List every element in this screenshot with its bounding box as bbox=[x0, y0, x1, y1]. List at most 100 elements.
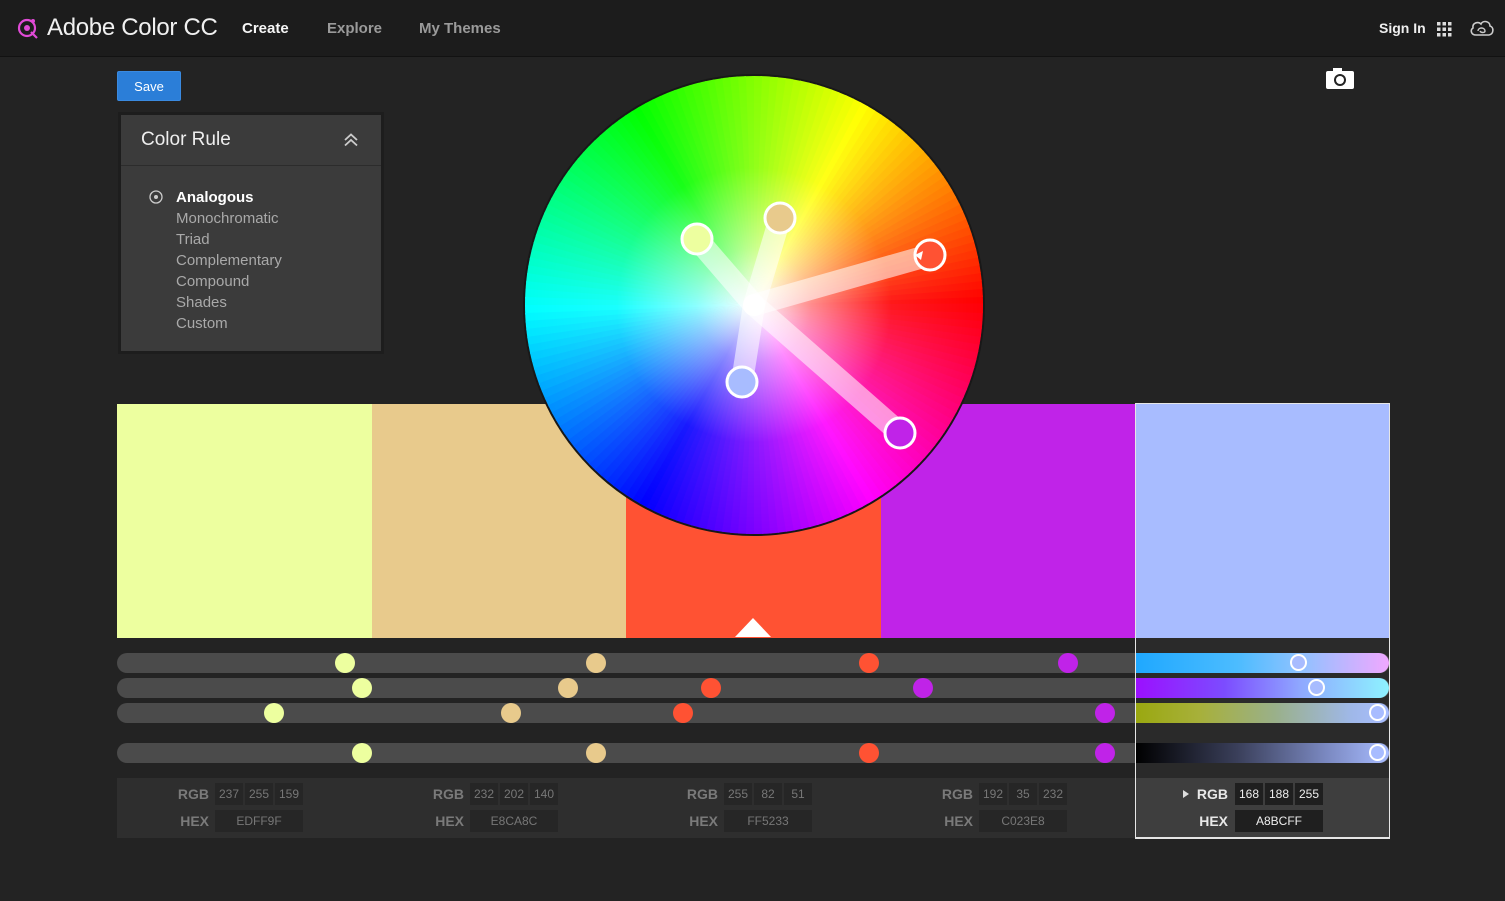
sign-in-link[interactable]: Sign In bbox=[1379, 20, 1426, 36]
camera-icon[interactable] bbox=[1325, 66, 1355, 90]
slider-row-brightness bbox=[117, 743, 1390, 763]
app-title[interactable]: Adobe Color CC bbox=[47, 14, 218, 42]
rgb-r-field[interactable]: 255 bbox=[724, 783, 752, 805]
hex-label: HEX bbox=[689, 813, 718, 829]
swatch-1[interactable] bbox=[117, 404, 372, 638]
active-slider-handle[interactable] bbox=[1290, 654, 1307, 671]
rgb-r-field[interactable]: 192 bbox=[979, 783, 1007, 805]
slider-dot[interactable] bbox=[859, 653, 879, 673]
rgb-b-field[interactable]: 159 bbox=[275, 783, 303, 805]
active-slider-gradient[interactable] bbox=[1136, 678, 1389, 698]
slider-dot[interactable] bbox=[264, 703, 284, 723]
slider-dot[interactable] bbox=[558, 678, 578, 698]
rgb-label: RGB bbox=[432, 786, 464, 802]
value-column-3: RGB 255 82 51 HEX FF5233 bbox=[626, 778, 880, 838]
rgb-label: RGB bbox=[177, 786, 209, 802]
slider-dot[interactable] bbox=[586, 653, 606, 673]
slider-dot[interactable] bbox=[1058, 653, 1078, 673]
active-slider-gradient[interactable] bbox=[1136, 653, 1389, 673]
slider-row-2 bbox=[117, 678, 1390, 698]
rule-item-monochromatic[interactable]: Monochromatic bbox=[121, 208, 381, 229]
rule-item-compound[interactable]: Compound bbox=[121, 271, 381, 292]
wheel-handle-1[interactable] bbox=[680, 222, 714, 256]
rgb-g-field[interactable]: 202 bbox=[500, 783, 528, 805]
value-column-1: RGB 237 255 159 HEX EDFF9F bbox=[117, 778, 371, 838]
rule-item-analogous[interactable]: Analogous bbox=[121, 187, 381, 208]
rgb-g-field[interactable]: 35 bbox=[1009, 783, 1037, 805]
hex-field[interactable]: C023E8 bbox=[979, 810, 1067, 832]
rule-item-complementary[interactable]: Complementary bbox=[121, 250, 381, 271]
top-bar: Adobe Color CC Create Explore My Themes … bbox=[0, 0, 1505, 57]
hex-field[interactable]: FF5233 bbox=[724, 810, 812, 832]
creative-cloud-icon[interactable] bbox=[1469, 18, 1495, 38]
color-rule-panel: Color Rule Analogous Monochromatic Triad… bbox=[118, 112, 384, 354]
hex-label: HEX bbox=[1199, 813, 1228, 829]
rule-item-label: Triad bbox=[176, 231, 210, 248]
base-color-indicator-icon bbox=[735, 618, 771, 637]
slider-row-3 bbox=[117, 703, 1390, 723]
save-button[interactable]: Save bbox=[117, 71, 181, 101]
color-wheel[interactable] bbox=[523, 74, 985, 536]
rgb-r-field[interactable]: 168 bbox=[1235, 783, 1263, 805]
rgb-b-field[interactable]: 255 bbox=[1295, 783, 1323, 805]
rule-item-label: Shades bbox=[176, 294, 227, 311]
adobe-color-logo-icon[interactable] bbox=[15, 16, 39, 40]
slider-dot[interactable] bbox=[1095, 743, 1115, 763]
value-column-4: RGB 192 35 232 HEX C023E8 bbox=[881, 778, 1135, 838]
nav-explore[interactable]: Explore bbox=[327, 20, 382, 37]
wheel-handle-4[interactable] bbox=[883, 416, 917, 450]
slider-dot[interactable] bbox=[501, 703, 521, 723]
color-wheel-svg[interactable] bbox=[523, 74, 985, 536]
slider-dot[interactable] bbox=[673, 703, 693, 723]
slider-dot[interactable] bbox=[352, 743, 372, 763]
hex-field[interactable]: EDFF9F bbox=[215, 810, 303, 832]
rgb-b-field[interactable]: 140 bbox=[530, 783, 558, 805]
rgb-g-field[interactable]: 82 bbox=[754, 783, 782, 805]
slider-dot[interactable] bbox=[335, 653, 355, 673]
slider-row-1 bbox=[117, 653, 1390, 673]
rgb-label: RGB bbox=[1196, 786, 1228, 802]
rgb-b-field[interactable]: 51 bbox=[784, 783, 812, 805]
value-column-2: RGB 232 202 140 HEX E8CA8C bbox=[372, 778, 626, 838]
rgb-label: RGB bbox=[941, 786, 973, 802]
hex-field[interactable]: E8CA8C bbox=[470, 810, 558, 832]
nav-create[interactable]: Create bbox=[242, 20, 289, 37]
slider-dot[interactable] bbox=[586, 743, 606, 763]
apps-grid-icon[interactable] bbox=[1437, 22, 1452, 37]
slider-dot[interactable] bbox=[859, 743, 879, 763]
value-column-5-active: RGB 168 188 255 HEX A8BCFF bbox=[1135, 778, 1390, 838]
color-rule-header[interactable]: Color Rule bbox=[121, 115, 381, 166]
hex-label: HEX bbox=[944, 813, 973, 829]
wheel-handle-5[interactable] bbox=[725, 365, 759, 399]
active-slider-handle[interactable] bbox=[1369, 704, 1386, 721]
slider-dot[interactable] bbox=[913, 678, 933, 698]
rgb-b-field[interactable]: 232 bbox=[1039, 783, 1067, 805]
slider-dot[interactable] bbox=[352, 678, 372, 698]
hex-label: HEX bbox=[180, 813, 209, 829]
rule-item-custom[interactable]: Custom bbox=[121, 313, 381, 334]
slider-dot[interactable] bbox=[701, 678, 721, 698]
nav-my-themes[interactable]: My Themes bbox=[419, 20, 501, 37]
rgb-label: RGB bbox=[686, 786, 718, 802]
rgb-g-field[interactable]: 255 bbox=[245, 783, 273, 805]
color-rule-title: Color Rule bbox=[141, 129, 231, 150]
active-slider-gradient[interactable] bbox=[1136, 743, 1389, 763]
slider-dot[interactable] bbox=[1095, 703, 1115, 723]
active-slider-handle[interactable] bbox=[1308, 679, 1325, 696]
swatch-5-active[interactable] bbox=[1135, 404, 1390, 638]
hex-label: HEX bbox=[435, 813, 464, 829]
rule-item-label: Complementary bbox=[176, 252, 282, 269]
chevron-double-up-icon[interactable] bbox=[343, 133, 359, 147]
wheel-handle-2[interactable] bbox=[763, 201, 797, 235]
rgb-r-field[interactable]: 232 bbox=[470, 783, 498, 805]
rgb-r-field[interactable]: 237 bbox=[215, 783, 243, 805]
rule-item-label: Monochromatic bbox=[176, 210, 279, 227]
rule-item-triad[interactable]: Triad bbox=[121, 229, 381, 250]
color-sliders bbox=[117, 638, 1390, 778]
active-slider-handle[interactable] bbox=[1369, 744, 1386, 761]
color-rule-list: Analogous Monochromatic Triad Complement… bbox=[121, 187, 381, 334]
rule-item-shades[interactable]: Shades bbox=[121, 292, 381, 313]
rgb-g-field[interactable]: 188 bbox=[1265, 783, 1293, 805]
active-slider-gradient[interactable] bbox=[1136, 703, 1389, 723]
hex-field[interactable]: A8BCFF bbox=[1235, 810, 1323, 832]
